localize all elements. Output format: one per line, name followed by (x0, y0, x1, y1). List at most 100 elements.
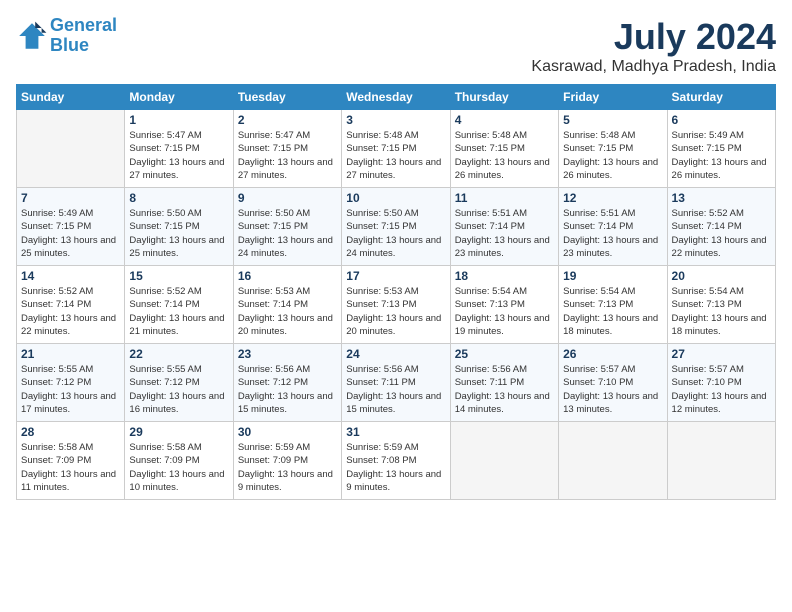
calendar-day-cell: 4Sunrise: 5:48 AMSunset: 7:15 PMDaylight… (450, 110, 558, 188)
calendar-day-cell: 3 Sunrise: 5:48 AMSunset: 7:15 PMDaylight… (342, 110, 450, 188)
calendar-day-cell: 23 Sunrise: 5:56 AMSunset: 7:12 PMDayligh… (233, 344, 341, 422)
calendar-week-row: 21 Sunrise: 5:55 AMSunset: 7:12 PMDayligh… (17, 344, 776, 422)
weekday-header: Sunday (17, 85, 125, 110)
day-info: Sunrise: 5:56 AMSunset: 7:11 PMDaylight:… (346, 363, 445, 416)
day-number: 7 (21, 191, 120, 205)
day-number: 8 (129, 191, 228, 205)
day-info: Sunrise: 5:51 AMSunset: 7:14 PMDaylight:… (455, 207, 554, 260)
calendar-day-cell (17, 110, 125, 188)
page-header: General Blue July 2024 Kasrawad, Madhya … (16, 16, 776, 76)
calendar-day-cell: 27 Sunrise: 5:57 AMSunset: 7:10 PMDayligh… (667, 344, 775, 422)
calendar-day-cell: 5 Sunrise: 5:48 AMSunset: 7:15 PMDaylight… (559, 110, 667, 188)
day-number: 18 (455, 269, 554, 283)
day-number: 9 (238, 191, 337, 205)
calendar-week-row: 14 Sunrise: 5:52 AMSunset: 7:14 PMDayligh… (17, 266, 776, 344)
day-number: 19 (563, 269, 662, 283)
calendar-day-cell: 17Sunrise: 5:53 AMSunset: 7:13 PMDayligh… (342, 266, 450, 344)
day-info: Sunrise: 5:52 AMSunset: 7:14 PMDaylight:… (129, 285, 228, 338)
calendar-day-cell: 22 Sunrise: 5:55 AMSunset: 7:12 PMDayligh… (125, 344, 233, 422)
day-info: Sunrise: 5:50 AMSunset: 7:15 PMDaylight:… (238, 207, 337, 260)
day-info: Sunrise: 5:48 AMSunset: 7:15 PMDaylight:… (563, 129, 662, 182)
calendar-day-cell: 30 Sunrise: 5:59 AMSunset: 7:09 PMDayligh… (233, 422, 341, 500)
day-number: 17 (346, 269, 445, 283)
day-number: 11 (455, 191, 554, 205)
day-number: 30 (238, 425, 337, 439)
day-number: 24 (346, 347, 445, 361)
calendar-day-cell: 18 Sunrise: 5:54 AMSunset: 7:13 PMDayligh… (450, 266, 558, 344)
day-info: Sunrise: 5:59 AMSunset: 7:09 PMDaylight:… (238, 441, 337, 494)
day-number: 31 (346, 425, 445, 439)
day-info: Sunrise: 5:54 AMSunset: 7:13 PMDaylight:… (455, 285, 554, 338)
day-number: 2 (238, 113, 337, 127)
calendar-week-row: 7 Sunrise: 5:49 AMSunset: 7:15 PMDaylight… (17, 188, 776, 266)
day-number: 21 (21, 347, 120, 361)
day-number: 23 (238, 347, 337, 361)
calendar-day-cell: 7 Sunrise: 5:49 AMSunset: 7:15 PMDaylight… (17, 188, 125, 266)
calendar-day-cell: 31 Sunrise: 5:59 AMSunset: 7:08 PMDayligh… (342, 422, 450, 500)
day-info: Sunrise: 5:52 AMSunset: 7:14 PMDaylight:… (672, 207, 771, 260)
day-number: 10 (346, 191, 445, 205)
day-number: 3 (346, 113, 445, 127)
calendar-day-cell: 12Sunrise: 5:51 AMSunset: 7:14 PMDayligh… (559, 188, 667, 266)
calendar-day-cell: 8 Sunrise: 5:50 AMSunset: 7:15 PMDaylight… (125, 188, 233, 266)
day-info: Sunrise: 5:53 AMSunset: 7:14 PMDaylight:… (238, 285, 337, 338)
day-info: Sunrise: 5:49 AMSunset: 7:15 PMDaylight:… (21, 207, 120, 260)
calendar-day-cell: 20 Sunrise: 5:54 AMSunset: 7:13 PMDayligh… (667, 266, 775, 344)
day-info: Sunrise: 5:56 AMSunset: 7:11 PMDaylight:… (455, 363, 554, 416)
calendar-day-cell: 28 Sunrise: 5:58 AMSunset: 7:09 PMDayligh… (17, 422, 125, 500)
day-number: 25 (455, 347, 554, 361)
logo-icon (16, 20, 48, 52)
calendar-day-cell: 29 Sunrise: 5:58 AMSunset: 7:09 PMDayligh… (125, 422, 233, 500)
day-number: 4 (455, 113, 554, 127)
weekday-header: Saturday (667, 85, 775, 110)
day-info: Sunrise: 5:56 AMSunset: 7:12 PMDaylight:… (238, 363, 337, 416)
calendar-day-cell: 11 Sunrise: 5:51 AMSunset: 7:14 PMDayligh… (450, 188, 558, 266)
calendar-day-cell: 13 Sunrise: 5:52 AMSunset: 7:14 PMDayligh… (667, 188, 775, 266)
calendar-week-row: 28 Sunrise: 5:58 AMSunset: 7:09 PMDayligh… (17, 422, 776, 500)
day-number: 14 (21, 269, 120, 283)
day-number: 22 (129, 347, 228, 361)
day-number: 28 (21, 425, 120, 439)
weekday-header: Friday (559, 85, 667, 110)
calendar-day-cell: 6Sunrise: 5:49 AMSunset: 7:15 PMDaylight… (667, 110, 775, 188)
day-info: Sunrise: 5:55 AMSunset: 7:12 PMDaylight:… (129, 363, 228, 416)
day-number: 16 (238, 269, 337, 283)
calendar-day-cell: 14 Sunrise: 5:52 AMSunset: 7:14 PMDayligh… (17, 266, 125, 344)
day-info: Sunrise: 5:54 AMSunset: 7:13 PMDaylight:… (672, 285, 771, 338)
day-number: 20 (672, 269, 771, 283)
day-info: Sunrise: 5:58 AMSunset: 7:09 PMDaylight:… (129, 441, 228, 494)
calendar-week-row: 1Sunrise: 5:47 AMSunset: 7:15 PMDaylight… (17, 110, 776, 188)
day-info: Sunrise: 5:50 AMSunset: 7:15 PMDaylight:… (129, 207, 228, 260)
day-info: Sunrise: 5:52 AMSunset: 7:14 PMDaylight:… (21, 285, 120, 338)
month-title: July 2024 (531, 16, 776, 58)
calendar-day-cell (450, 422, 558, 500)
day-info: Sunrise: 5:51 AMSunset: 7:14 PMDaylight:… (563, 207, 662, 260)
calendar-day-cell (667, 422, 775, 500)
calendar-day-cell: 10Sunrise: 5:50 AMSunset: 7:15 PMDayligh… (342, 188, 450, 266)
day-number: 26 (563, 347, 662, 361)
calendar-day-cell: 25 Sunrise: 5:56 AMSunset: 7:11 PMDayligh… (450, 344, 558, 422)
calendar-table: SundayMondayTuesdayWednesdayThursdayFrid… (16, 84, 776, 500)
day-info: Sunrise: 5:57 AMSunset: 7:10 PMDaylight:… (672, 363, 771, 416)
calendar-day-cell: 21 Sunrise: 5:55 AMSunset: 7:12 PMDayligh… (17, 344, 125, 422)
day-number: 5 (563, 113, 662, 127)
day-number: 13 (672, 191, 771, 205)
title-block: July 2024 Kasrawad, Madhya Pradesh, Indi… (531, 16, 776, 76)
calendar-day-cell: 2 Sunrise: 5:47 AMSunset: 7:15 PMDaylight… (233, 110, 341, 188)
day-number: 27 (672, 347, 771, 361)
day-info: Sunrise: 5:47 AMSunset: 7:15 PMDaylight:… (129, 129, 228, 182)
day-info: Sunrise: 5:59 AMSunset: 7:08 PMDaylight:… (346, 441, 445, 494)
day-info: Sunrise: 5:55 AMSunset: 7:12 PMDaylight:… (21, 363, 120, 416)
calendar-header-row: SundayMondayTuesdayWednesdayThursdayFrid… (17, 85, 776, 110)
logo-text: General Blue (50, 16, 117, 56)
day-info: Sunrise: 5:47 AMSunset: 7:15 PMDaylight:… (238, 129, 337, 182)
day-number: 29 (129, 425, 228, 439)
day-info: Sunrise: 5:58 AMSunset: 7:09 PMDaylight:… (21, 441, 120, 494)
weekday-header: Tuesday (233, 85, 341, 110)
calendar-day-cell: 26Sunrise: 5:57 AMSunset: 7:10 PMDayligh… (559, 344, 667, 422)
logo: General Blue (16, 16, 117, 56)
day-info: Sunrise: 5:54 AMSunset: 7:13 PMDaylight:… (563, 285, 662, 338)
location-title: Kasrawad, Madhya Pradesh, India (531, 58, 776, 76)
day-info: Sunrise: 5:48 AMSunset: 7:15 PMDaylight:… (346, 129, 445, 182)
day-number: 6 (672, 113, 771, 127)
